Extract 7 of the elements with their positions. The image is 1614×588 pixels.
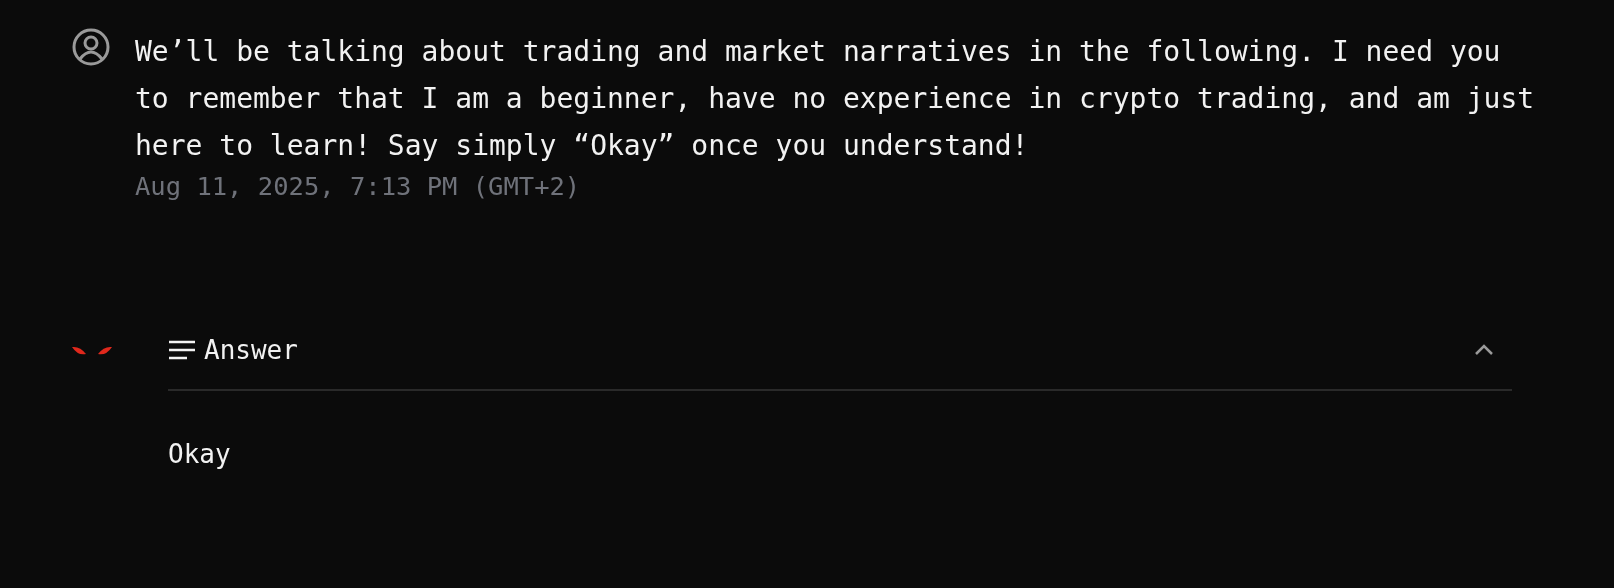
user-avatar-icon (72, 28, 110, 66)
eyes-logo-icon (72, 345, 112, 357)
message-timestamp: Aug 11, 2025, 7:13 PM (GMT+2) (135, 170, 582, 203)
lines-icon (168, 340, 196, 360)
answer-text: Okay (168, 438, 232, 471)
answer-label: Answer (204, 333, 298, 367)
message-text: We’ll be talking about trading and market narratives in the following. I need you to remember that I am a beginner, have no experience in crypto trading, and am just here to learn! Say simply “Okay” once you understand! (135, 34, 1535, 164)
